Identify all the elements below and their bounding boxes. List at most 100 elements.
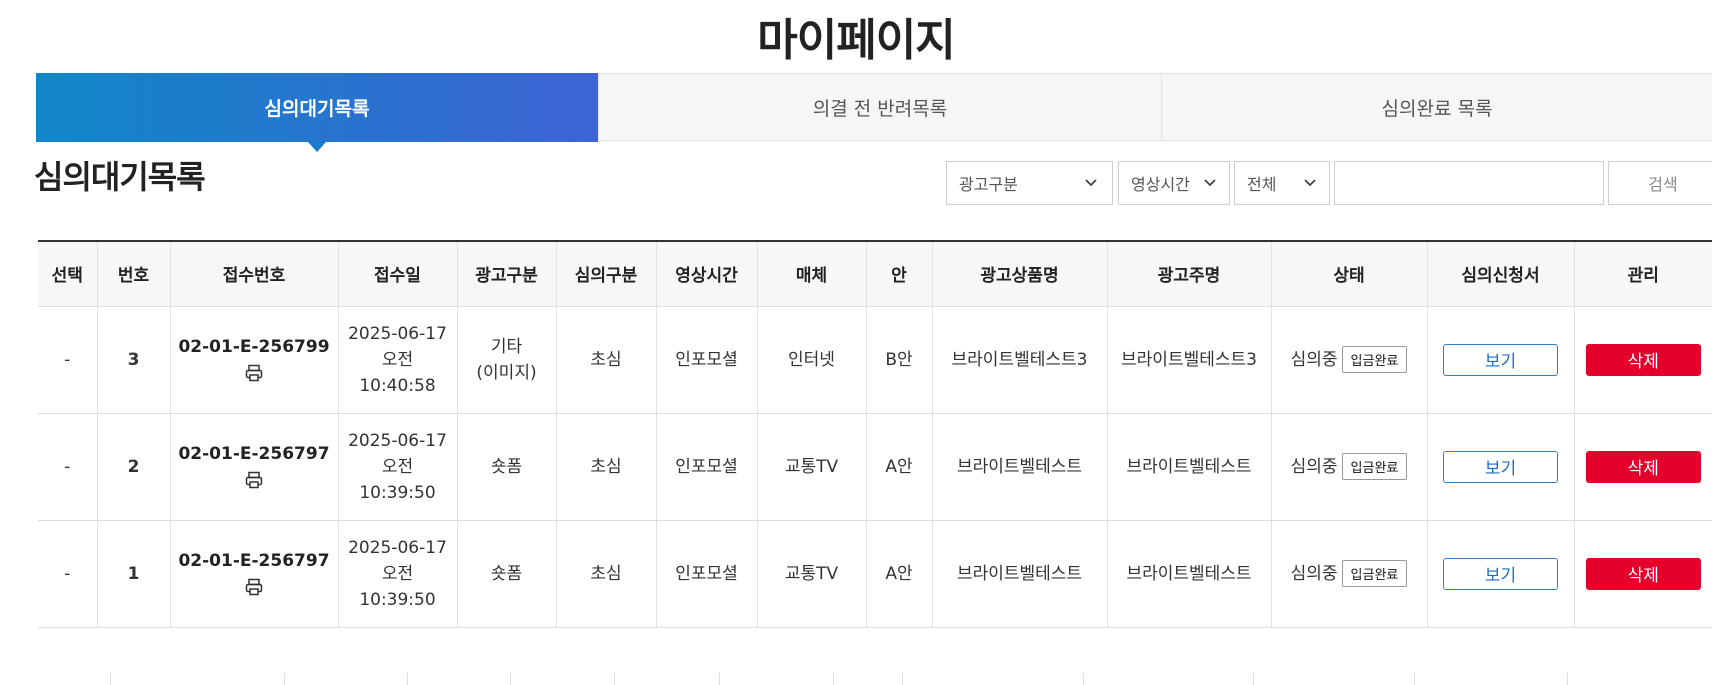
col-header-status: 상태	[1271, 240, 1428, 307]
col-header-advertiser: 광고주명	[1107, 240, 1272, 307]
row-plan: A안	[866, 520, 933, 628]
row-ad-type: 기타	[490, 336, 523, 357]
row-number: 1	[97, 520, 171, 628]
print-icon[interactable]	[244, 470, 264, 490]
row-status-cell: 심의중 입금완료	[1271, 413, 1428, 521]
row-ampm: 오전	[381, 563, 414, 584]
row-date-cell: 2025-06-17 오전 10:39:50	[338, 520, 458, 628]
row-video-time: 인포모셜	[656, 306, 758, 414]
ad-type-select-value: 광고구분	[959, 175, 1018, 194]
row-status: 심의중	[1290, 563, 1338, 584]
row-time: 10:39:50	[359, 482, 436, 503]
row-ad-type: 숏폼	[457, 520, 557, 628]
row-product: 브라이트벨테스트	[932, 520, 1108, 628]
row-number: 2	[97, 413, 171, 521]
row-manage-cell: 삭제	[1574, 413, 1712, 521]
row-manage-cell: 삭제	[1574, 520, 1712, 628]
tab-pending-review[interactable]: 심의대기목록	[36, 73, 598, 152]
col-header-manage: 관리	[1574, 240, 1712, 307]
deposit-complete-button[interactable]: 입금완료	[1341, 453, 1408, 480]
row-ad-type-cell: 기타 (이미지)	[457, 306, 557, 414]
delete-button[interactable]: 삭제	[1585, 343, 1701, 376]
row-time: 10:39:50	[359, 589, 436, 610]
row-product: 브라이트벨테스트3	[932, 306, 1108, 414]
row-ad-type: 숏폼	[457, 413, 557, 521]
row-review-type: 초심	[556, 520, 657, 628]
col-header-plan: 안	[866, 240, 933, 307]
row-media: 교통TV	[757, 413, 867, 521]
row-receipt-cell: 02-01-E-256799	[170, 306, 339, 414]
table-row: - 2 02-01-E-256797 2025-06-17 오전 10:39:5…	[38, 413, 1712, 521]
tab-review-completed[interactable]: 심의완료 목록	[1161, 74, 1712, 140]
row-receipt-cell: 02-01-E-256797	[170, 413, 339, 521]
scope-select[interactable]: 전체	[1234, 161, 1330, 205]
row-select: -	[38, 306, 98, 414]
view-button[interactable]: 보기	[1443, 557, 1558, 590]
row-time: 10:40:58	[359, 375, 436, 396]
row-ampm: 오전	[381, 349, 414, 370]
row-plan: B안	[866, 306, 933, 414]
row-plan: A안	[866, 413, 933, 521]
row-date: 2025-06-17	[348, 430, 447, 451]
tab-returned-before-decision[interactable]: 의결 전 반려목록	[598, 74, 1161, 140]
row-video-time: 인포모셜	[656, 413, 758, 521]
row-product: 브라이트벨테스트	[932, 413, 1108, 521]
table-row: - 3 02-01-E-256799 2025-06-17 오전 10:40:5…	[38, 306, 1712, 414]
row-ad-type-detail: (이미지)	[476, 362, 537, 383]
col-header-ad-type: 광고구분	[457, 240, 557, 307]
row-select: -	[38, 413, 98, 521]
row-review-type: 초심	[556, 306, 657, 414]
row-select: -	[38, 520, 98, 628]
col-header-product: 광고상품명	[932, 240, 1108, 307]
section-title: 심의대기목록	[34, 158, 206, 196]
print-icon[interactable]	[244, 577, 264, 597]
print-icon[interactable]	[244, 363, 264, 383]
delete-button[interactable]: 삭제	[1585, 450, 1701, 483]
row-date: 2025-06-17	[348, 323, 447, 344]
chevron-down-icon	[1204, 179, 1216, 187]
table-bottom-dividers	[38, 673, 1712, 685]
row-application-cell: 보기	[1427, 306, 1575, 414]
row-manage-cell: 삭제	[1574, 306, 1712, 414]
view-button[interactable]: 보기	[1443, 450, 1558, 483]
view-button[interactable]: 보기	[1443, 343, 1558, 376]
page-title: 마이페이지	[757, 15, 955, 66]
deposit-complete-button[interactable]: 입금완료	[1341, 560, 1408, 587]
row-status-cell: 심의중 입금완료	[1271, 520, 1428, 628]
search-button[interactable]: 검색	[1608, 161, 1712, 205]
ad-type-select[interactable]: 광고구분	[946, 161, 1113, 205]
col-header-receipt-date: 접수일	[338, 240, 458, 307]
row-media: 인터넷	[757, 306, 867, 414]
row-date-cell: 2025-06-17 오전 10:40:58	[338, 306, 458, 414]
row-receipt-no: 02-01-E-256797	[178, 550, 330, 571]
col-header-select: 선택	[38, 240, 98, 307]
row-advertiser: 브라이트벨테스트3	[1107, 306, 1272, 414]
chevron-down-icon	[1085, 179, 1097, 187]
row-advertiser: 브라이트벨테스트	[1107, 413, 1272, 521]
deposit-complete-button[interactable]: 입금완료	[1341, 346, 1408, 373]
row-date: 2025-06-17	[348, 537, 447, 558]
search-input[interactable]	[1334, 161, 1604, 205]
chevron-down-icon	[1304, 179, 1316, 187]
row-review-type: 초심	[556, 413, 657, 521]
col-header-number: 번호	[97, 240, 171, 307]
row-advertiser: 브라이트벨테스트	[1107, 520, 1272, 628]
row-number: 3	[97, 306, 171, 414]
row-media: 교통TV	[757, 520, 867, 628]
row-ampm: 오전	[381, 456, 414, 477]
col-header-receipt-no: 접수번호	[170, 240, 339, 307]
video-time-select[interactable]: 영상시간	[1118, 161, 1230, 205]
row-video-time: 인포모셜	[656, 520, 758, 628]
col-header-media: 매체	[757, 240, 867, 307]
row-status: 심의중	[1290, 349, 1338, 370]
row-application-cell: 보기	[1427, 520, 1575, 628]
row-date-cell: 2025-06-17 오전 10:39:50	[338, 413, 458, 521]
row-status: 심의중	[1290, 456, 1338, 477]
col-header-review-type: 심의구분	[556, 240, 657, 307]
delete-button[interactable]: 삭제	[1585, 557, 1701, 590]
review-list-table: 선택 번호 접수번호 접수일 광고구분 심의구분 영상시간 매체 안 광고상품명…	[38, 240, 1712, 628]
video-time-select-value: 영상시간	[1131, 175, 1190, 194]
table-header-row: 선택 번호 접수번호 접수일 광고구분 심의구분 영상시간 매체 안 광고상품명…	[38, 240, 1712, 307]
row-application-cell: 보기	[1427, 413, 1575, 521]
row-receipt-no: 02-01-E-256797	[178, 443, 330, 464]
